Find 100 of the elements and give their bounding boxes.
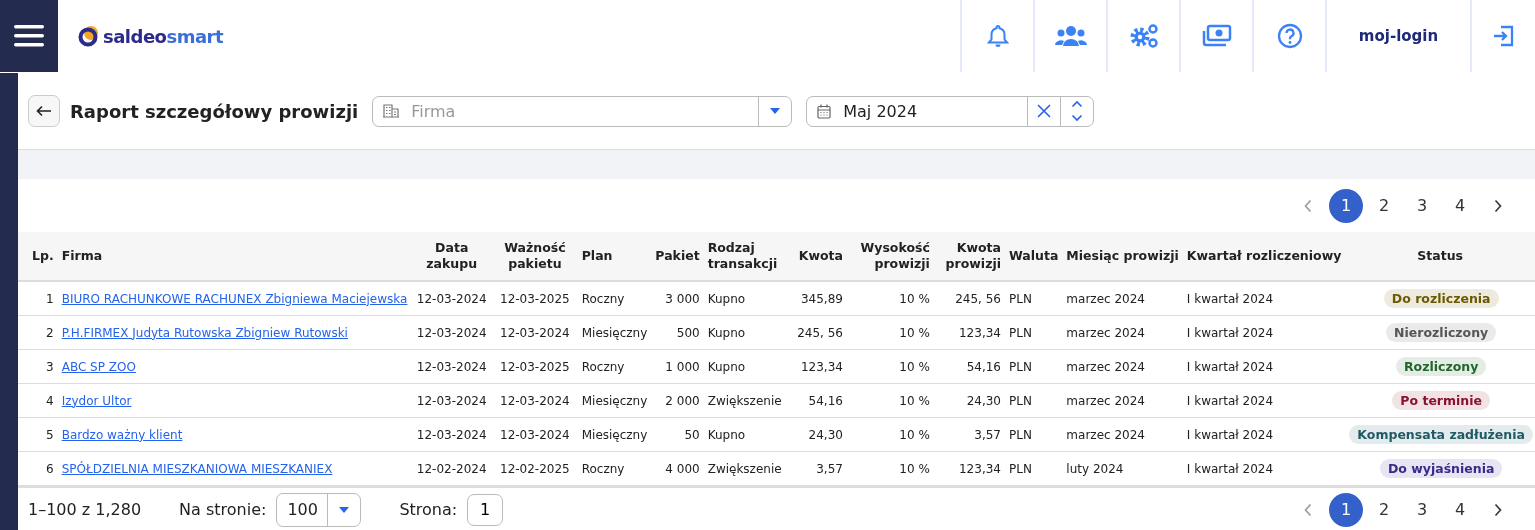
table-cell: 4 000 (665, 461, 700, 476)
table-cell: Zwiększenie (707, 461, 782, 476)
page-title: Raport szczegółowy prowizji (70, 100, 359, 122)
settings-icon (1128, 23, 1159, 49)
previous-page-icon[interactable] (1303, 198, 1313, 213)
logo-text: saldeosmart (103, 25, 224, 47)
page-number[interactable]: 4 (1443, 492, 1477, 527)
table-cell: 245, 56 (955, 291, 1001, 306)
dropdown-caret-icon (770, 108, 781, 114)
table-cell: PLN (1009, 427, 1032, 442)
column-header: Wysokość prowizji (860, 240, 930, 271)
column-header: Kwota prowizji (945, 240, 1001, 271)
bell-icon (986, 24, 1009, 48)
status-tag: Do rozliczenia (1383, 289, 1499, 308)
logout-icon (1491, 24, 1516, 48)
table-cell: Roczny (581, 291, 625, 306)
table-cell: 12-03-2024 (500, 393, 570, 408)
table-cell: 12-03-2024 (500, 325, 570, 340)
table-cell: 12-03-2024 (416, 427, 487, 442)
company-link[interactable]: P.H.FIRMEX Judyta Rutowska Zbigniew Rutowski (61, 325, 348, 340)
table-cell: Kupno (707, 427, 746, 442)
table-cell: 500 (676, 325, 700, 340)
table-cell: 123,34 (959, 461, 1001, 476)
table-cell: Miesięczny (581, 393, 648, 408)
company-select[interactable]: Firma (372, 95, 793, 127)
table-cell: 6 (46, 461, 54, 476)
table-cell: I kwartał 2024 (1186, 325, 1274, 340)
page-input[interactable]: 1 (467, 493, 504, 526)
next-page-icon[interactable] (1493, 198, 1503, 213)
column-header: Miesiąc prowizji (1066, 248, 1179, 263)
page-number[interactable]: 2 (1367, 188, 1401, 223)
table-cell: 10 % (899, 393, 930, 408)
month-picker[interactable]: Maj 2024 (806, 95, 1095, 127)
table-cell: 12-03-2025 (500, 291, 570, 306)
company-link[interactable]: BIURO RACHUNKOWE RACHUNEX Zbigniewa Maciejewska (61, 291, 408, 306)
company-link[interactable]: ABC SP ZOO (61, 359, 136, 374)
table-cell: Zwiększenie (707, 393, 782, 408)
page-number[interactable]: 2 (1367, 492, 1401, 527)
table-cell: marzec 2024 (1066, 427, 1145, 442)
page-label: Strona: (399, 500, 458, 519)
table-cell: I kwartał 2024 (1186, 461, 1274, 476)
table-cell: 12-03-2025 (500, 359, 570, 374)
stepper-arrows-icon (1071, 100, 1084, 122)
page-number[interactable]: 3 (1405, 188, 1439, 223)
table-cell: 12-03-2024 (416, 359, 487, 374)
back-button[interactable] (28, 95, 60, 127)
user-login-link[interactable]: moj-login (1325, 0, 1470, 72)
company-link[interactable]: Izydor Ultor (61, 393, 132, 408)
per-page-select[interactable]: 100 (276, 492, 362, 527)
table-cell: 10 % (899, 291, 930, 306)
table-cell: PLN (1009, 325, 1032, 340)
page-number[interactable]: 4 (1443, 188, 1477, 223)
table-cell: marzec 2024 (1066, 359, 1145, 374)
table-cell: 2 (46, 325, 54, 340)
page-number[interactable]: 3 (1405, 492, 1439, 527)
table-cell: Kupno (707, 291, 746, 306)
table-cell: marzec 2024 (1066, 325, 1145, 340)
status-tag: Po terminie (1392, 391, 1490, 410)
table-cell: PLN (1009, 461, 1032, 476)
back-arrow-icon (36, 105, 52, 117)
next-page-icon[interactable] (1493, 502, 1503, 517)
table-cell: 2 000 (665, 393, 700, 408)
company-input[interactable]: Firma (409, 100, 759, 122)
table-cell: Kupno (707, 325, 746, 340)
menu-button[interactable] (0, 0, 58, 72)
table-cell: 54,16 (966, 359, 1001, 374)
page-number[interactable]: 1 (1329, 188, 1363, 223)
table-cell: 12-03-2024 (416, 393, 487, 408)
table-cell: I kwartał 2024 (1186, 359, 1274, 374)
table-cell: Roczny (581, 359, 625, 374)
table-cell: Miesięczny (581, 427, 648, 442)
table-cell: 12-03-2024 (500, 427, 570, 442)
table-cell: 12-02-2025 (500, 461, 570, 476)
company-link[interactable]: SPÓŁDZIELNIA MIESZKANIOWA MIESZKANIEX (61, 461, 333, 476)
table-cell: 3,57 (974, 427, 1001, 442)
table-cell: Roczny (581, 461, 625, 476)
logo-icon (78, 25, 100, 47)
per-page-label: Na stronie: (179, 500, 267, 519)
range-label: 1–100 z 1,280 (28, 500, 142, 519)
clear-icon (1037, 104, 1052, 118)
column-header: Ważność pakietu (504, 240, 566, 271)
column-header: Firma (61, 248, 103, 263)
status-tag: Do wyjaśnienia (1379, 459, 1503, 478)
table-cell: 54,16 (808, 393, 843, 408)
building-icon (383, 104, 400, 118)
table-cell: 1 000 (665, 359, 700, 374)
month-input[interactable]: Maj 2024 (841, 100, 1028, 122)
table-cell: marzec 2024 (1066, 393, 1145, 408)
page-number[interactable]: 1 (1329, 492, 1363, 527)
table-cell: PLN (1009, 359, 1032, 374)
table-cell: 50 (684, 427, 700, 442)
company-link[interactable]: Bardzo ważny klient (61, 427, 183, 442)
column-header: Status (1417, 248, 1464, 263)
column-header: Kwota (798, 248, 843, 263)
table-cell: 12-03-2024 (416, 325, 487, 340)
status-tag: Rozliczony (1395, 357, 1487, 376)
money-icon (1201, 24, 1232, 48)
previous-page-icon[interactable] (1303, 502, 1313, 517)
table-cell: 24,30 (808, 427, 843, 442)
table-cell: 245, 56 (797, 325, 843, 340)
